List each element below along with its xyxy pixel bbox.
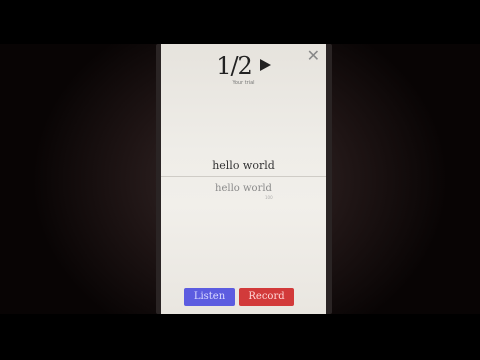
subtitle: Your trial [232, 80, 255, 86]
listen-button[interactable]: Listen [184, 288, 235, 306]
phone-device: 1/2 ✕ Your trial hello world hello world… [156, 44, 332, 314]
recognized-text: hello world [215, 183, 272, 194]
score-label: 100 [265, 195, 273, 200]
letterbox-bottom [0, 314, 480, 360]
counter-text: 1/2 [216, 52, 253, 80]
letterbox-top [0, 0, 480, 44]
prompt-text: hello world [212, 159, 275, 172]
progress-counter: 1/2 [161, 52, 326, 80]
close-icon[interactable]: ✕ [307, 48, 320, 64]
record-button[interactable]: Record [239, 288, 294, 306]
divider [161, 176, 326, 177]
app-screen: 1/2 ✕ Your trial hello world hello world… [161, 44, 326, 314]
play-icon[interactable] [259, 59, 271, 71]
